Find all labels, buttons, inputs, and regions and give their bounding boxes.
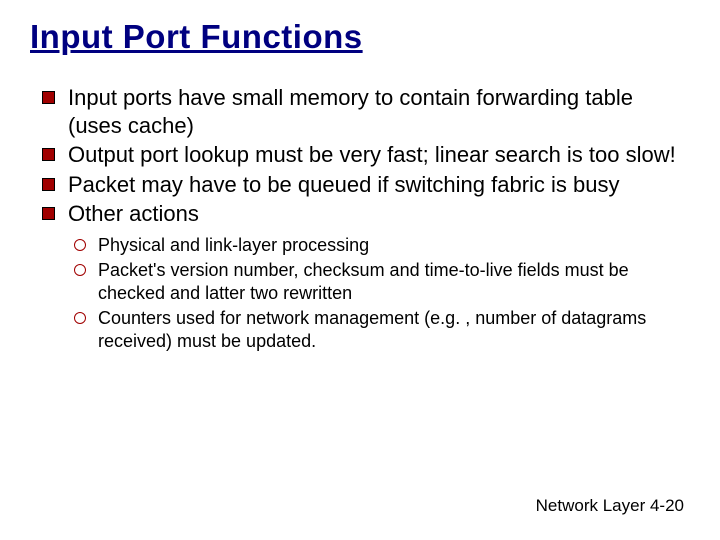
list-item: Packet may have to be queued if switchin… [40, 171, 680, 199]
list-item: Packet's version number, checksum and ti… [74, 259, 680, 305]
slide-footer: Network Layer 4-20 [536, 496, 684, 516]
sub-bullet-list: Physical and link-layer processing Packe… [30, 234, 690, 353]
slide: Input Port Functions Input ports have sm… [0, 0, 720, 540]
list-item: Physical and link-layer processing [74, 234, 680, 257]
page-title: Input Port Functions [30, 18, 690, 56]
list-item: Output port lookup must be very fast; li… [40, 141, 680, 169]
list-item: Input ports have small memory to contain… [40, 84, 680, 139]
bullet-list: Input ports have small memory to contain… [30, 84, 690, 228]
list-item: Counters used for network management (e.… [74, 307, 680, 353]
list-item: Other actions [40, 200, 680, 228]
